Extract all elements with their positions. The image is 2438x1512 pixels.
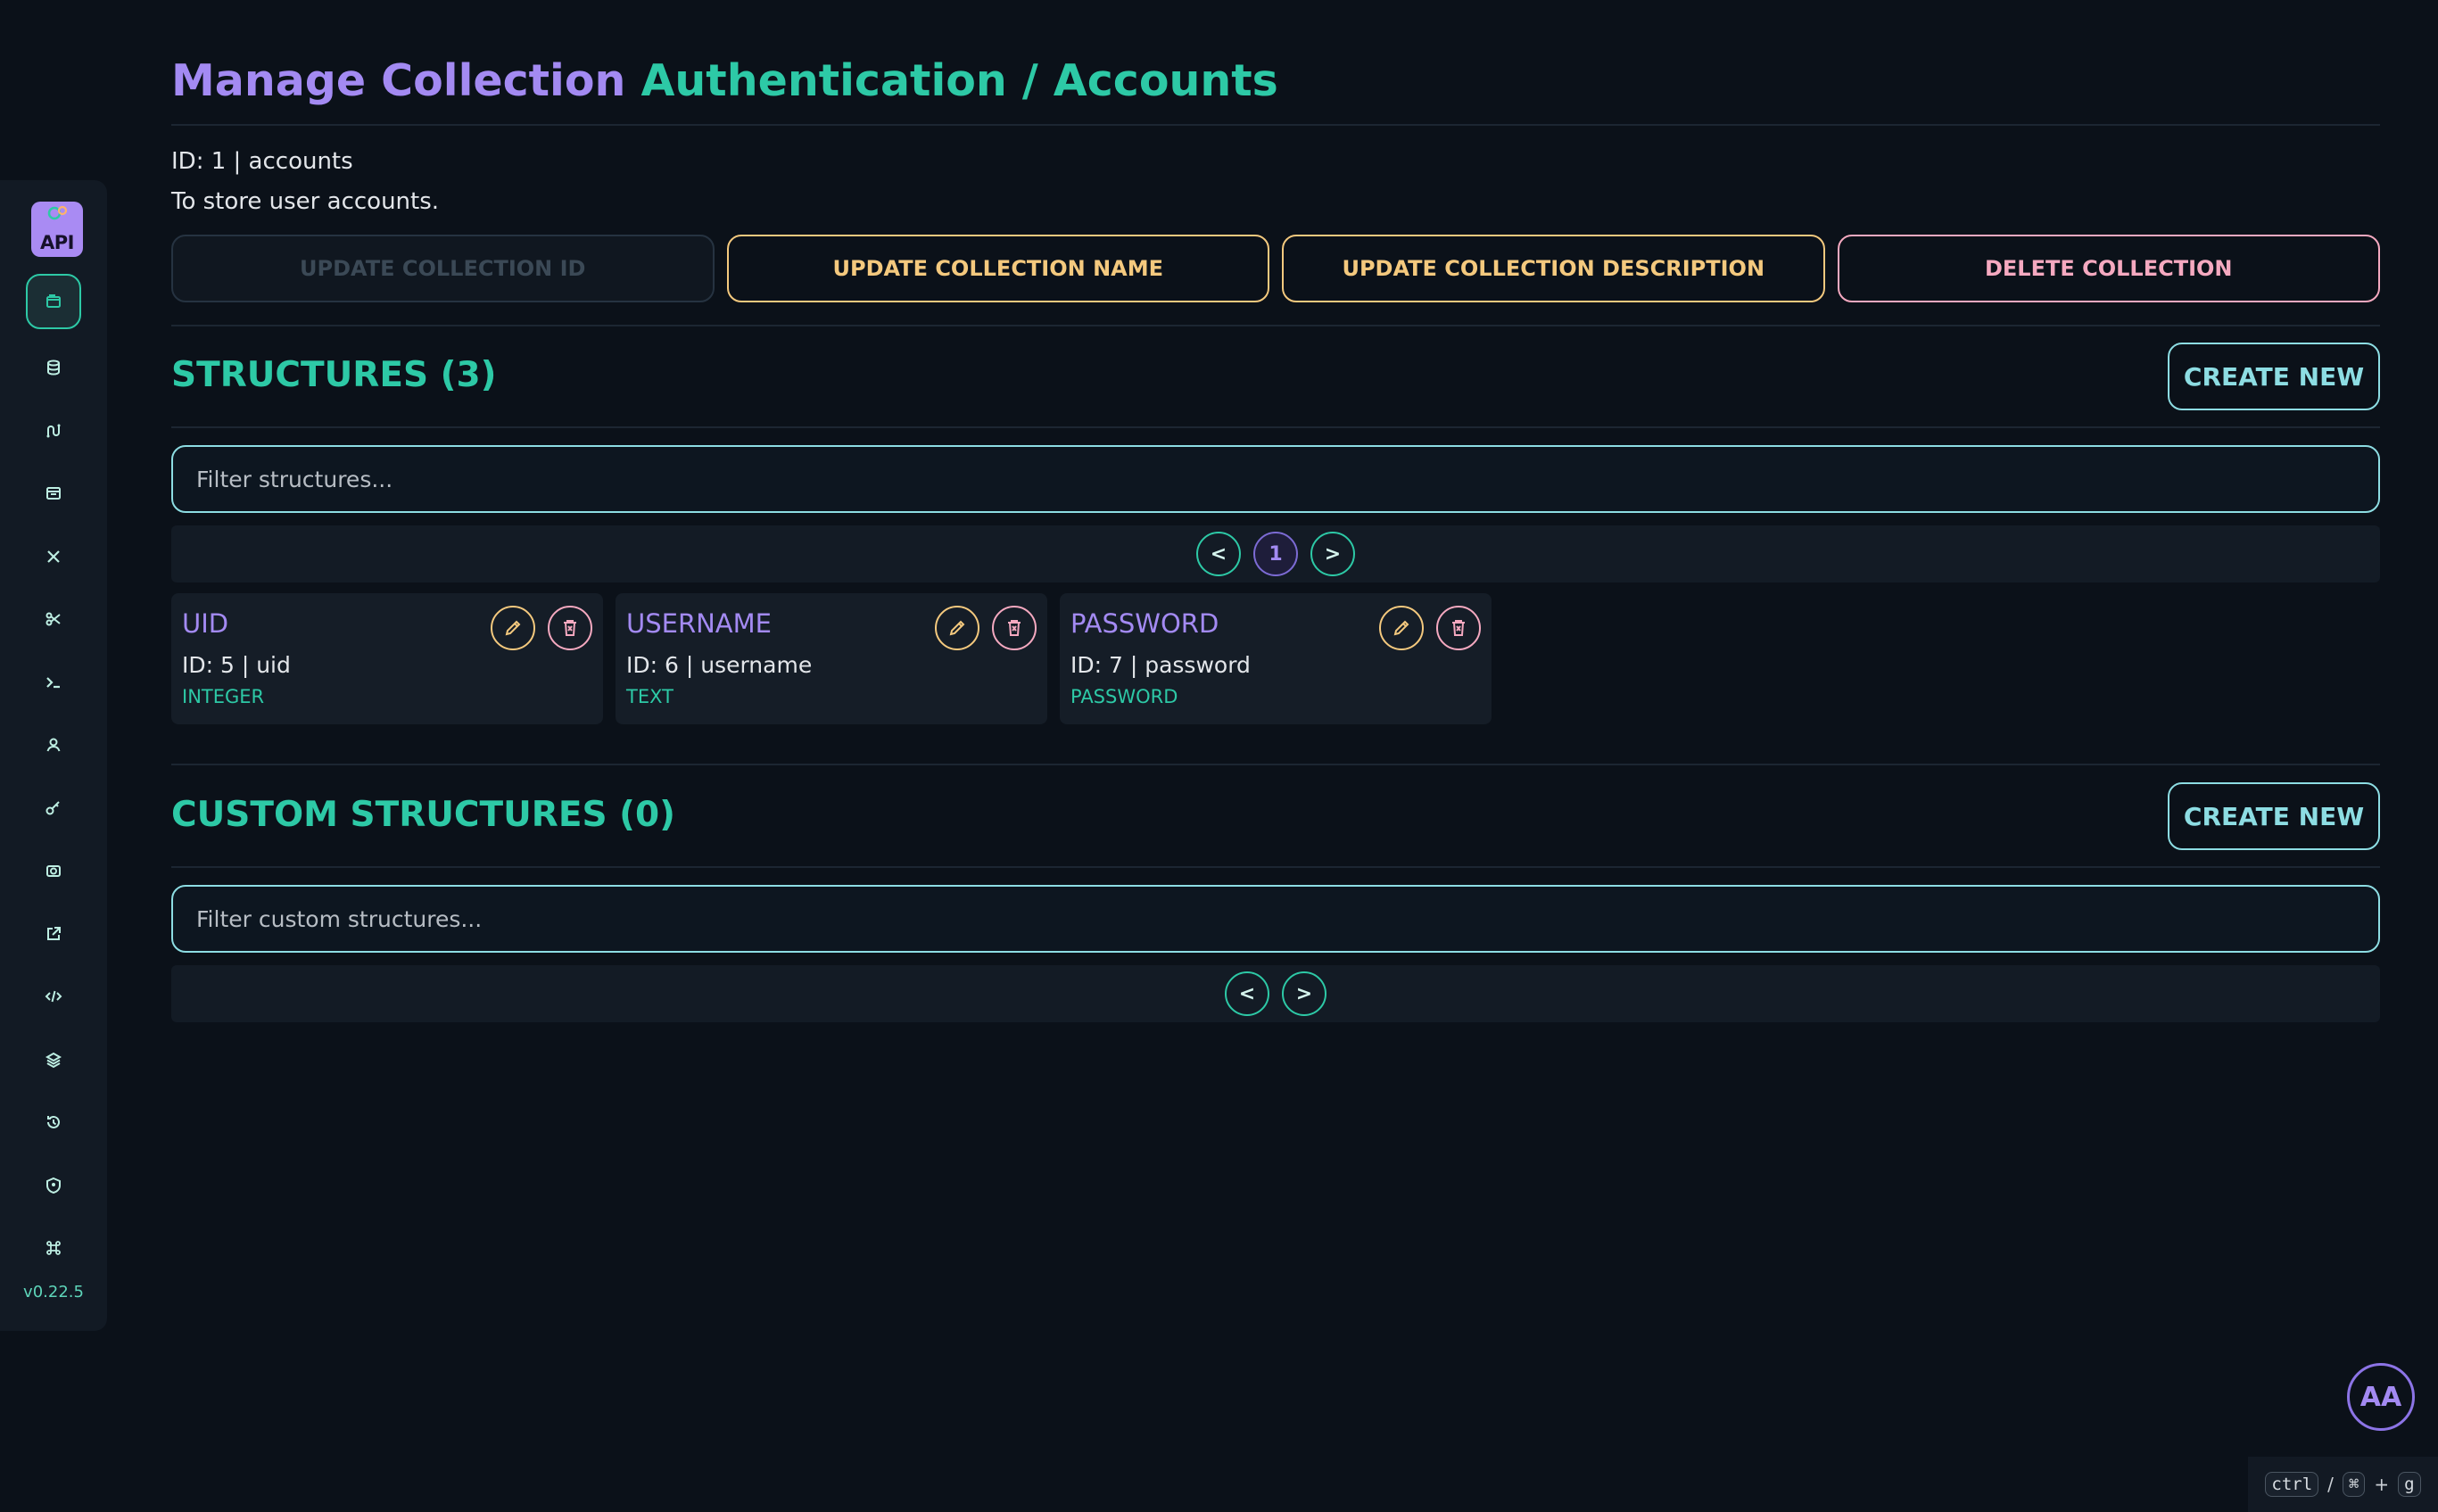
user-icon	[46, 738, 61, 752]
sidebar-item-keys[interactable]	[0, 782, 107, 834]
code-icon	[45, 990, 62, 1003]
structure-name: USERNAME	[626, 608, 772, 639]
history-icon	[47, 1115, 60, 1128]
collection-actions: UPDATE COLLECTION ID UPDATE COLLECTION N…	[171, 235, 2380, 302]
custom-structures-title: CUSTOM STRUCTURES (0)	[171, 795, 675, 835]
structures-filter-input[interactable]	[171, 445, 2380, 513]
sidebar-item-scissors[interactable]	[0, 593, 107, 645]
structure-name: PASSWORD	[1070, 608, 1219, 639]
page-title: Manage Collection Authentication / Accou…	[171, 55, 1278, 106]
sidebar-item-browser[interactable]	[0, 467, 107, 519]
structures-title: STRUCTURES (3)	[171, 355, 497, 395]
update-collection-name-button[interactable]: UPDATE COLLECTION NAME	[726, 235, 1269, 302]
trash-icon	[1008, 620, 1021, 636]
sidebar: API v0.22.5	[0, 180, 107, 1331]
divider	[171, 426, 2380, 428]
ctrl-key: ctrl	[2265, 1472, 2319, 1497]
sidebar-item-snapshots[interactable]	[0, 845, 107, 896]
next-page-button[interactable]: >	[1282, 971, 1326, 1016]
collections-icon	[46, 294, 61, 308]
sidebar-item-tools[interactable]	[0, 531, 107, 582]
sidebar-item-layers[interactable]	[0, 1034, 107, 1086]
shortcut-plus: +	[2374, 1474, 2390, 1495]
sidebar-item-routes[interactable]	[0, 405, 107, 457]
next-page-button[interactable]: >	[1310, 532, 1355, 576]
structure-card: USERNAME ID: 6 | username TEXT	[616, 593, 1047, 724]
update-collection-id-button: UPDATE COLLECTION ID	[171, 235, 715, 302]
create-custom-structure-button[interactable]: CREATE NEW	[2168, 782, 2380, 850]
sidebar-item-code[interactable]	[0, 971, 107, 1022]
update-collection-description-button[interactable]: UPDATE COLLECTION DESCRIPTION	[1282, 235, 1825, 302]
key-icon	[45, 801, 60, 815]
sidebar-item-history[interactable]	[0, 1096, 107, 1148]
edit-structure-button[interactable]	[935, 606, 979, 650]
structure-name: UID	[182, 608, 229, 639]
custom-structures-pagination: < >	[171, 965, 2380, 1022]
structure-type: TEXT	[626, 686, 674, 707]
structure-id-line: ID: 5 | uid	[182, 652, 291, 678]
prev-page-button[interactable]: <	[1196, 532, 1241, 576]
user-avatar[interactable]: AA	[2347, 1363, 2415, 1431]
sidebar-item-admin[interactable]	[0, 1160, 107, 1211]
sidebar-item-terminal[interactable]	[0, 657, 107, 708]
sidebar-item-database[interactable]	[0, 342, 107, 393]
collection-description: To store user accounts.	[171, 188, 440, 215]
delete-structure-button[interactable]	[992, 606, 1037, 650]
page-title-collection: Authentication / Accounts	[640, 55, 1278, 106]
pencil-icon	[1393, 620, 1409, 636]
shortcut-separator: /	[2327, 1474, 2334, 1495]
routes-icon	[46, 424, 61, 438]
structure-type: INTEGER	[182, 686, 265, 707]
structures-pagination: < 1 >	[171, 525, 2380, 582]
sidebar-item-shortcuts[interactable]	[0, 1222, 107, 1274]
logo-text: API	[40, 232, 74, 253]
collection-id-line: ID: 1 | accounts	[171, 148, 353, 175]
divider	[171, 124, 2380, 126]
camera-icon	[46, 865, 61, 877]
external-link-icon	[47, 927, 61, 940]
divider	[171, 325, 2380, 326]
page-1-button[interactable]: 1	[1253, 532, 1298, 576]
app-logo[interactable]: API	[31, 202, 83, 257]
tools-icon	[47, 550, 60, 563]
sidebar-item-collections[interactable]	[0, 274, 107, 329]
structure-card: UID ID: 5 | uid INTEGER	[171, 593, 603, 724]
delete-collection-button[interactable]: DELETE COLLECTION	[1837, 235, 2380, 302]
structures-list: UID ID: 5 | uid INTEGER USERNAME ID: 6 |…	[171, 593, 1492, 724]
layers-icon	[45, 1052, 62, 1069]
structure-id-line: ID: 6 | username	[626, 652, 813, 678]
prev-page-button[interactable]: <	[1225, 971, 1269, 1016]
browser-window-icon	[46, 487, 61, 500]
g-key: g	[2398, 1472, 2421, 1497]
divider	[171, 866, 2380, 868]
trash-icon	[564, 620, 576, 636]
structure-type: PASSWORD	[1070, 686, 1178, 707]
app-version: v0.22.5	[23, 1283, 84, 1301]
create-structure-button[interactable]: CREATE NEW	[2168, 343, 2380, 410]
shortcut-command-icon	[46, 1241, 61, 1255]
keyboard-shortcut-hint: ctrl / ⌘ + g	[2248, 1457, 2438, 1512]
trash-icon	[1452, 620, 1465, 636]
cmd-key: ⌘	[2342, 1472, 2366, 1497]
user-shield-icon	[46, 1177, 61, 1194]
pencil-icon	[505, 620, 521, 636]
terminal-icon	[46, 677, 60, 689]
sidebar-item-external[interactable]	[0, 908, 107, 960]
database-icon	[47, 359, 60, 376]
delete-structure-button[interactable]	[1436, 606, 1481, 650]
scissors-icon	[45, 612, 61, 626]
delete-structure-button[interactable]	[548, 606, 592, 650]
pencil-icon	[949, 620, 965, 636]
gear-icon	[47, 205, 68, 220]
page-title-prefix: Manage Collection	[171, 55, 626, 106]
custom-structures-filter-input[interactable]	[171, 885, 2380, 953]
sidebar-item-users[interactable]	[0, 719, 107, 771]
divider	[171, 764, 2380, 765]
edit-structure-button[interactable]	[1379, 606, 1424, 650]
structure-id-line: ID: 7 | password	[1070, 652, 1251, 678]
structure-card: PASSWORD ID: 7 | password PASSWORD	[1060, 593, 1492, 724]
edit-structure-button[interactable]	[491, 606, 535, 650]
